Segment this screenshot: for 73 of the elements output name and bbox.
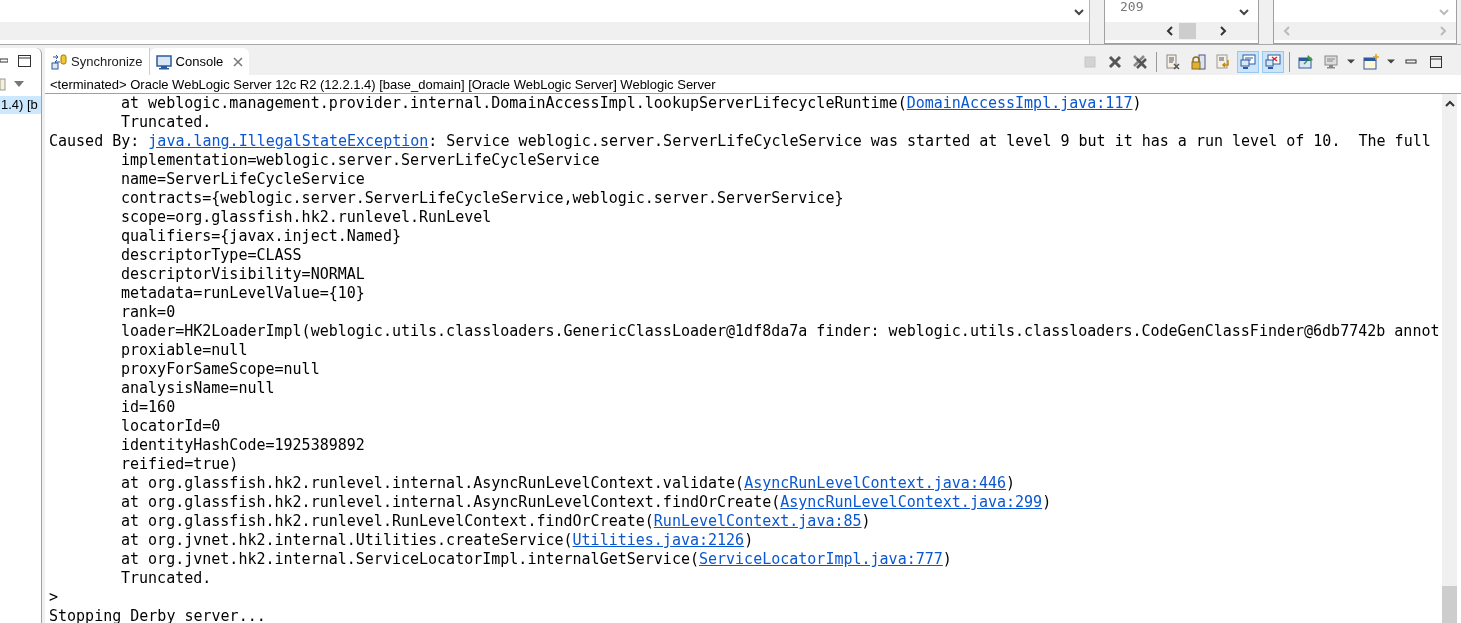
minimize-icon[interactable]	[0, 56, 8, 66]
console-line: >	[49, 588, 59, 606]
scrollbar-thumb[interactable]	[1442, 586, 1457, 623]
lock-icon	[1190, 53, 1206, 70]
console-line: descriptorType=CLASS	[121, 246, 302, 264]
pin-icon	[1298, 53, 1314, 70]
console-line: metadata=runLevelValue={10}	[121, 284, 365, 302]
console-line: proxiable=null	[121, 341, 248, 359]
source-link[interactable]: java.lang.IllegalStateException	[148, 132, 429, 150]
console-line: scope=org.glassfish.hk2.runlevel.RunLevel	[121, 208, 492, 226]
tab[interactable]: Console	[149, 48, 250, 75]
stop-icon	[1082, 53, 1098, 70]
source-link[interactable]: DomainAccessImpl.java:117	[906, 94, 1133, 112]
console-line: Truncated.	[121, 113, 212, 131]
console-line: loader=HK2LoaderImpl(weblogic.utils.classloaders.GenericClassLoader@1df8da7a finder: weblogic.utils.classloaders.CodeGenClassFinder@6db7742b annot	[121, 322, 1440, 340]
console-line: identityHashCode=1925389892	[121, 436, 365, 454]
console-line: qualifiers={javax.inject.Named}	[121, 227, 401, 245]
console-line: at org.jvnet.hk2.internal.Utilities.createService(Utilities.java:2126)	[121, 531, 754, 549]
console-line: at weblogic.management.provider.internal.DomainAccessImpl.lookupServerLifecycleRuntime(DomainAccessImpl.java:117)	[121, 94, 1142, 112]
maximize-icon	[1428, 53, 1444, 70]
console-line: Caused By: java.lang.IllegalStateException: Service weblogic.server.ServerLifeCycleService was started at level 9 but it has a run level of 10. The full	[49, 132, 1431, 150]
console-description: <terminated> Oracle WebLogic Server 12c R2 (12.2.1.4) [base_domain] [Oracle WebLogic Server] Weblogic Server	[45, 75, 1461, 94]
scroll-right-icon[interactable]	[1218, 26, 1228, 36]
console-line: id=160	[121, 398, 176, 416]
caret-icon	[1347, 59, 1355, 64]
console-line: implementation=weblogic.server.ServerLifeCycleService	[121, 151, 600, 169]
console-line: at org.jvnet.hk2.internal.ServiceLocatorImpl.internalGetService(ServiceLocatorImpl.java:777)	[121, 550, 952, 568]
new-console-icon	[1363, 53, 1379, 70]
monitor-message-icon	[1240, 53, 1256, 70]
console-line: at org.glassfish.hk2.runlevel.internal.AsyncRunLevelContext.findOrCreate(AsyncRunLevelContext.java:299)	[121, 493, 1052, 511]
console-line: Truncated.	[121, 569, 212, 587]
scroll-left-icon[interactable]	[1165, 26, 1175, 36]
scrollbar-thumb[interactable]	[1179, 23, 1196, 39]
scroll-right-icon	[1438, 26, 1448, 36]
scroll-down-icon	[1438, 6, 1450, 18]
console-line: contracts={weblogic.server.ServerLifeCycleService,weblogic.server.ServerService}	[121, 189, 844, 207]
monitor-error-button[interactable]	[1262, 50, 1284, 73]
source-link[interactable]: RunLevelContext.java:85	[653, 512, 862, 530]
source-link[interactable]: ServiceLocatorImpl.java:777	[698, 550, 943, 568]
vertical-scrollbar[interactable]	[1442, 94, 1457, 623]
clear-console-icon	[1165, 53, 1181, 70]
caret-icon[interactable]	[14, 81, 24, 87]
line-number: 209	[1120, 0, 1145, 14]
horizontal-scrollbar[interactable]	[0, 22, 1089, 40]
maximize-icon[interactable]	[18, 55, 31, 67]
console-line: at org.glassfish.hk2.runlevel.RunLevelContext.findOrCreate(RunLevelContext.java:85)	[121, 512, 871, 530]
sync-icon	[51, 53, 67, 70]
source-link[interactable]: Utilities.java:2126	[572, 531, 745, 549]
monitor-error-icon	[1265, 53, 1281, 70]
monitor-icon	[155, 53, 172, 70]
scroll-left-icon	[1282, 26, 1292, 36]
console-line: descriptorVisibility=NORMAL	[121, 265, 365, 283]
caret-icon	[1387, 59, 1395, 64]
console-line: at org.glassfish.hk2.runlevel.internal.AsyncRunLevelContext.validate(AsyncRunLevelContext.java:446)	[121, 474, 1016, 492]
console-line: proxyForSameScope=null	[121, 360, 320, 378]
tree-item[interactable]: 1.4) [b	[0, 96, 41, 114]
console-line: rank=0	[121, 303, 176, 321]
remove-icon	[1107, 53, 1123, 70]
monitor-icon	[1323, 53, 1339, 70]
console-line: reified=true)	[121, 455, 239, 473]
close-icon[interactable]	[233, 56, 244, 67]
source-link[interactable]: AsyncRunLevelContext.java:299	[780, 493, 1043, 511]
scroll-down-icon[interactable]	[1073, 6, 1085, 18]
console-line: name=ServerLifeCycleService	[121, 170, 365, 188]
word-wrap-icon	[1215, 53, 1231, 70]
console-line: locatorId=0	[121, 417, 221, 435]
scroll-up-icon[interactable]	[1444, 99, 1455, 109]
console-line: analysisName=null	[121, 379, 275, 397]
remove-all-icon	[1132, 53, 1148, 70]
tab[interactable]: Synchronize	[45, 48, 150, 75]
scroll-down-icon[interactable]	[1238, 6, 1250, 18]
source-link[interactable]: AsyncRunLevelContext.java:446	[744, 474, 1007, 492]
monitor-message-button[interactable]	[1237, 50, 1259, 73]
